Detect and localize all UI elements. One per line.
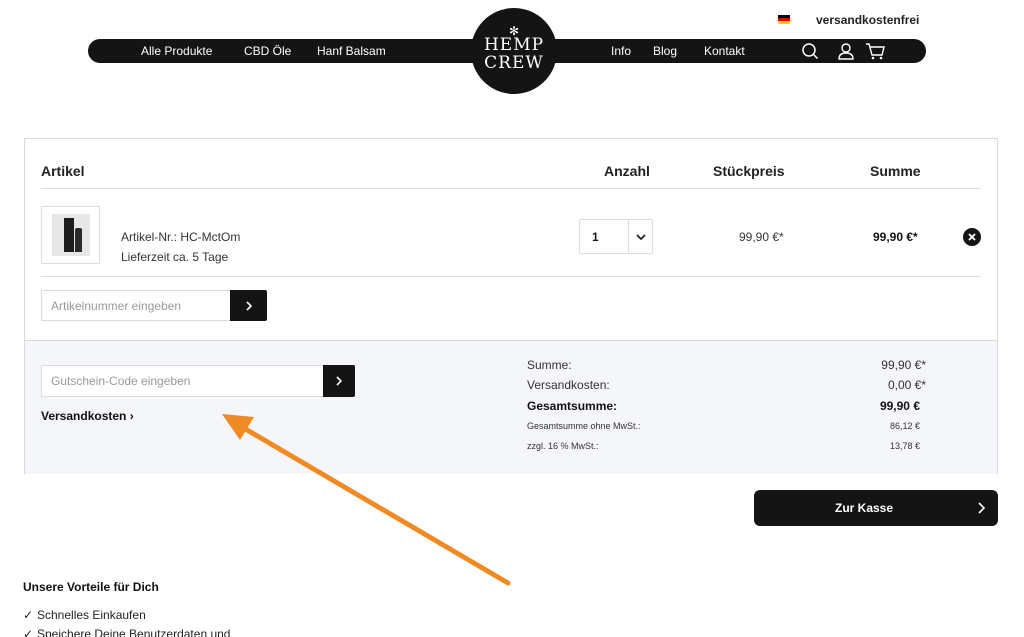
chevron-down-icon: [636, 234, 646, 241]
shipping-costs-link[interactable]: Versandkosten ›: [41, 409, 134, 423]
checkmark-icon: ✓: [23, 608, 34, 622]
item-divider: [41, 276, 981, 277]
vat-value: 13,78 €: [889, 441, 920, 451]
header-article: Artikel: [41, 163, 85, 179]
apply-voucher-button[interactable]: [323, 365, 355, 397]
logo-text-bottom: CREW: [484, 52, 544, 73]
checkmark-icon: ✓: [23, 627, 34, 637]
nav-item-contact[interactable]: Kontakt: [704, 44, 745, 58]
advantage-item: ✓ Schnelles Einkaufen: [23, 608, 146, 622]
chevron-right-icon: [978, 502, 986, 514]
header-unit-price: Stückpreis: [713, 163, 785, 179]
header-divider: [41, 188, 981, 189]
item-delivery-time: Lieferzeit ca. 5 Tage: [121, 250, 229, 264]
quantity-select[interactable]: 1: [579, 219, 653, 254]
checkout-button[interactable]: Zur Kasse: [754, 490, 998, 526]
header-quantity: Anzahl: [604, 163, 650, 179]
grand-total-label: Gesamtsumme:: [527, 399, 618, 413]
net-total-value: 86,12 €: [889, 421, 920, 431]
shipping-costs-label: Versandkosten: [41, 409, 127, 423]
shipping-value: 0,00 €*: [887, 378, 926, 392]
hemp-crew-logo[interactable]: ✻ HEMP CREW: [471, 8, 557, 94]
vat-label: zzgl. 16 % MwSt.:: [527, 441, 599, 451]
logo-text-top: HEMP: [483, 34, 545, 55]
chevron-right-icon: [245, 300, 252, 311]
sku-input[interactable]: Artikelnummer eingeben: [41, 290, 231, 321]
cart-icon[interactable]: [864, 40, 886, 62]
item-unit-price: 99,90 €*: [739, 230, 784, 244]
shipping-label: Versandkosten:: [527, 378, 610, 392]
nav-item-info[interactable]: Info: [611, 44, 631, 58]
nav-item-all-products[interactable]: Alle Produkte: [141, 44, 212, 58]
voucher-input[interactable]: Gutschein-Code eingeben: [41, 365, 325, 397]
subtotal-value: 99,90 €*: [881, 358, 926, 372]
product-thumbnail[interactable]: [41, 206, 100, 264]
checkout-label: Zur Kasse: [834, 501, 894, 515]
header-total: Summe: [870, 163, 921, 179]
net-total-label: Gesamtsumme ohne MwSt.:: [527, 421, 641, 431]
free-shipping-note: versandkostenfrei: [816, 13, 920, 27]
close-icon: [968, 233, 976, 241]
nav-item-hemp-balm[interactable]: Hanf Balsam: [317, 44, 386, 58]
german-flag-icon[interactable]: [778, 15, 790, 24]
grand-total-value: 99,90 €: [879, 399, 920, 413]
subtotal-label: Summe:: [527, 358, 572, 372]
item-total-price: 99,90 €*: [873, 230, 918, 244]
nav-item-cbd-oils[interactable]: CBD Öle: [244, 44, 291, 58]
chevron-right-icon: [336, 376, 343, 386]
user-icon[interactable]: [835, 40, 857, 62]
advantage-text: Speichere Deine Benutzerdaten und: [37, 627, 231, 637]
product-image: [51, 214, 90, 256]
cart-items-section: Artikel Anzahl Stückpreis Summe Artikel-…: [25, 139, 997, 340]
advantage-item: ✓ Speichere Deine Benutzerdaten und: [23, 627, 230, 637]
nav-item-blog[interactable]: Blog: [653, 44, 677, 58]
item-sku: Artikel-Nr.: HC-MctOm: [121, 230, 241, 244]
advantage-text: Schnelles Einkaufen: [37, 608, 146, 622]
search-icon[interactable]: [799, 40, 821, 62]
quantity-separator: [628, 220, 629, 253]
remove-item-button[interactable]: [963, 228, 981, 246]
quantity-value: 1: [592, 230, 599, 244]
advantages-title: Unsere Vorteile für Dich: [23, 580, 159, 594]
add-sku-button[interactable]: [230, 290, 267, 321]
cart-panel: Artikel Anzahl Stückpreis Summe Artikel-…: [24, 138, 998, 474]
